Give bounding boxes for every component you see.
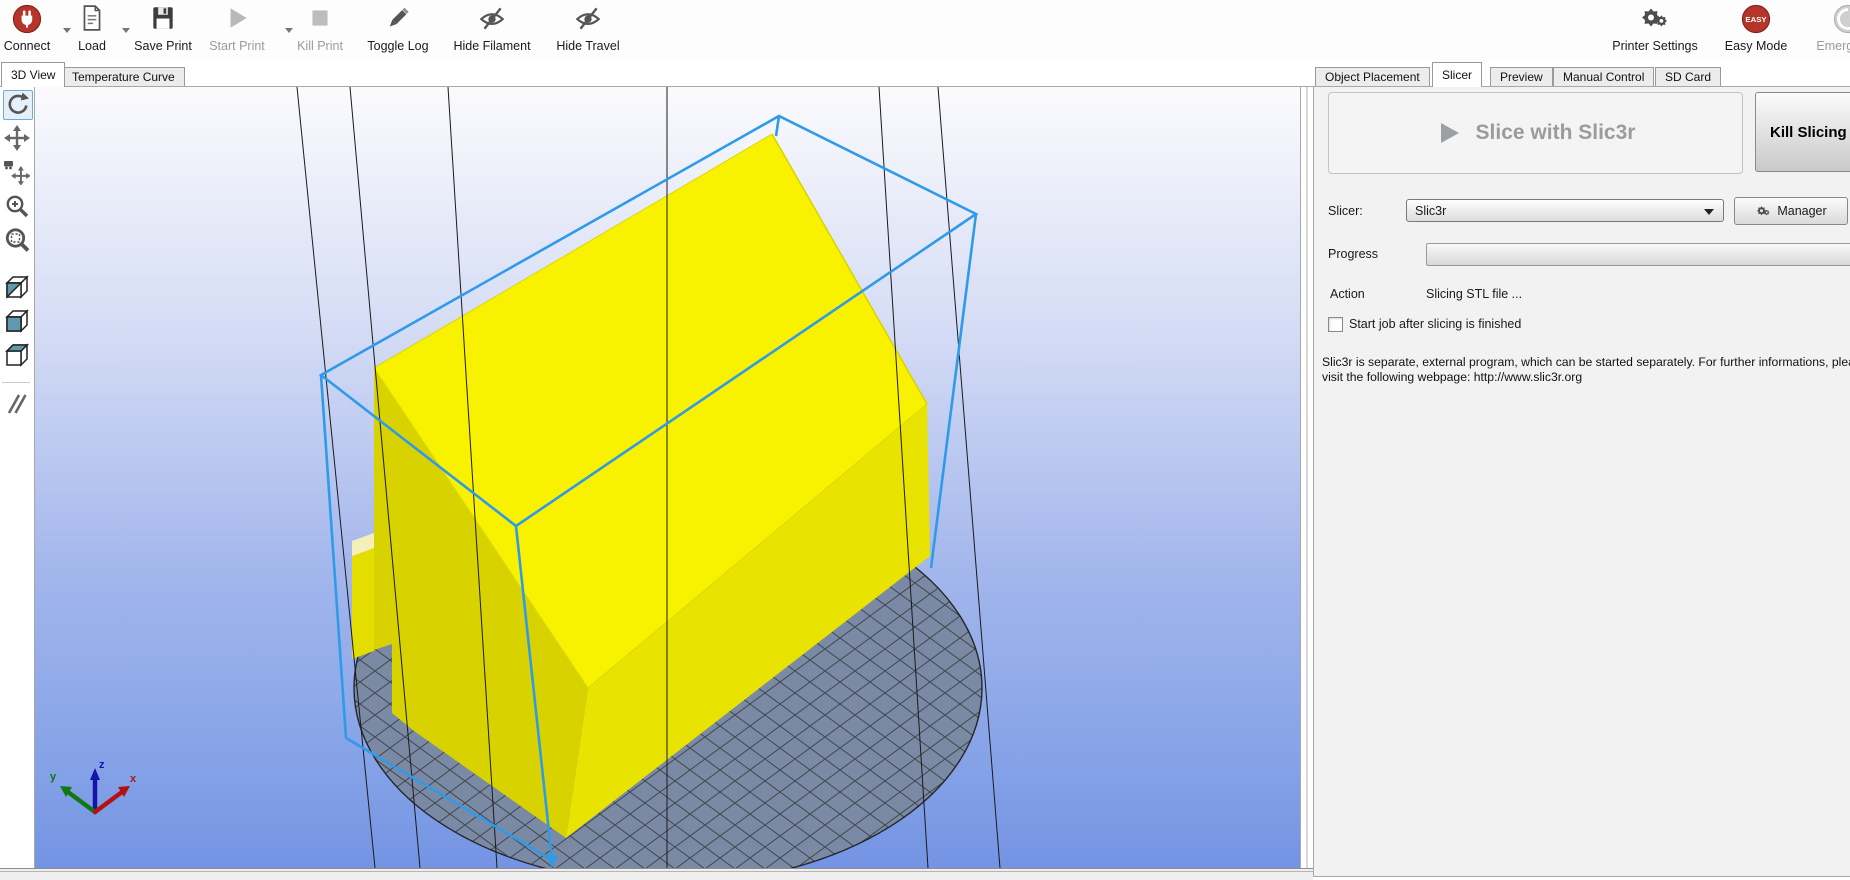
front-cube-icon [4,308,30,334]
view-top-button[interactable] [3,341,33,371]
move-object-icon [4,159,30,185]
tab-slicer[interactable]: Slicer [1432,62,1482,87]
emergency-label: Emergency [1793,39,1850,53]
manager-button-label: Manager [1777,204,1826,218]
emergency-button[interactable]: Emergency [1793,4,1850,53]
axis-label-z: z [99,759,105,771]
view-front-button[interactable] [3,307,33,337]
tab-sd-card-label: SD Card [1665,70,1711,84]
progress-label: Progress [1328,247,1378,261]
tab-object-placement-label: Object Placement [1325,70,1420,84]
tab-preview[interactable]: Preview [1490,67,1553,86]
hide-filament-button[interactable]: Hide Filament [437,4,547,53]
kill-slicing-button[interactable]: Kill Slicing [1755,92,1850,172]
slice-button-label: Slice with Slic3r [1476,121,1636,145]
horizontal-splitter[interactable] [0,868,1313,880]
3d-scene-canvas: x y z [35,87,1300,868]
main-toolbar: Connect Load [0,0,1850,62]
slicer-field-label: Slicer: [1328,204,1363,218]
slice-play-icon [1436,120,1462,146]
hide-filament-label: Hide Filament [437,39,547,53]
parallel-projection-button[interactable] [3,390,33,420]
tab-slicer-label: Slicer [1442,68,1472,82]
view-isometric-button[interactable] [3,273,33,303]
emergency-icon [1793,4,1850,38]
tab-manual-control-label: Manual Control [1563,70,1644,84]
3d-viewport[interactable]: x y z [35,87,1300,873]
rotate-icon [4,91,30,117]
eye-slash-icon [533,4,643,38]
printer-settings-label: Printer Settings [1600,39,1710,53]
hide-travel-label: Hide Travel [533,39,643,53]
rotate-tool-button[interactable] [3,90,33,120]
zoom-fit-button[interactable] [3,226,33,256]
printer-settings-button[interactable]: Printer Settings [1600,4,1710,53]
tab-sd-card[interactable]: SD Card [1655,67,1721,86]
start-job-checkbox-label: Start job after slicing is finished [1349,317,1521,331]
info-line-2: visit the following webpage: http://www.… [1322,370,1850,385]
manager-button[interactable]: Manager [1734,197,1848,225]
control-tabstrip: Object Placement Slicer Preview Manual C… [1313,62,1850,86]
zoom-in-icon [4,193,30,219]
manager-gears-icon [1755,204,1772,219]
svg-text:EASY: EASY [1745,15,1767,24]
tab-3d-view-label: 3D View [11,68,55,82]
move-arrows-icon [4,125,30,151]
slicer-panel: Slice with Slic3r Kill Slicing Slicer: S… [1313,86,1850,877]
action-label: Action [1330,287,1365,301]
chevron-down-icon [1704,209,1714,215]
tab-temperature-curve[interactable]: Temperature Curve [62,67,185,86]
view-tool-palette [0,87,35,868]
slic3r-info-text: Slic3r is separate, external program, wh… [1322,355,1850,385]
vertical-splitter[interactable] [1300,87,1314,868]
move-object-button[interactable] [3,158,33,188]
axis-label-y: y [50,771,57,783]
slice-button[interactable]: Slice with Slic3r [1328,92,1743,174]
zoom-fit-icon [4,227,30,253]
eye-slash-icon [437,4,547,38]
tab-3d-view[interactable]: 3D View [1,62,65,87]
tab-manual-control[interactable]: Manual Control [1553,67,1654,86]
isometric-cube-icon [4,274,30,300]
tab-preview-label: Preview [1500,70,1543,84]
slicer-select[interactable]: Slic3r [1406,199,1724,222]
info-line-1: Slic3r is separate, external program, wh… [1322,355,1850,370]
slicer-select-value: Slic3r [1415,204,1446,218]
parallel-lines-icon [4,391,30,417]
tool-separator [2,382,30,383]
zoom-tool-button[interactable] [3,192,33,222]
gears-icon [1600,4,1710,38]
top-cube-icon [4,342,30,368]
axis-label-x: x [130,773,137,785]
kill-slicing-label: Kill Slicing [1770,124,1847,141]
view-tabstrip: 3D View Temperature Curve [0,62,1300,86]
action-value: Slicing STL file ... [1426,287,1522,301]
start-job-checkbox[interactable] [1328,317,1343,332]
hide-travel-button[interactable]: Hide Travel [533,4,643,53]
tab-temperature-curve-label: Temperature Curve [72,70,175,84]
move-viewport-button[interactable] [3,124,33,154]
tab-object-placement[interactable]: Object Placement [1315,67,1430,86]
slicing-progress-bar [1426,243,1850,266]
repetier-host-window: Connect Load [0,0,1850,880]
